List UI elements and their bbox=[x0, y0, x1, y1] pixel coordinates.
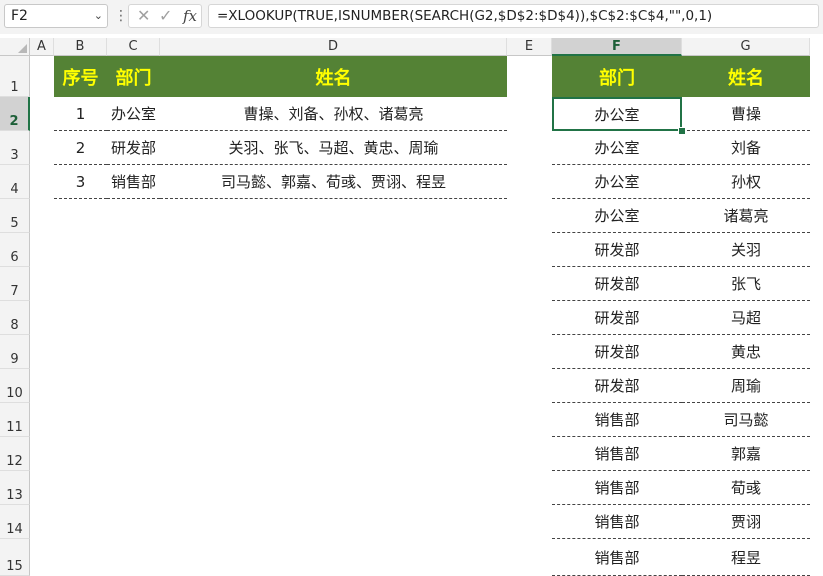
more-options-icon[interactable]: ⋮ bbox=[114, 7, 128, 25]
left-table-cell[interactable]: 研发部 bbox=[107, 131, 160, 165]
right-table-cell[interactable]: 研发部 bbox=[552, 267, 682, 301]
left-table-cell[interactable]: 3 bbox=[54, 165, 107, 199]
right-table-cell[interactable]: 销售部 bbox=[552, 437, 682, 471]
formula-input[interactable]: =XLOOKUP(TRUE,ISNUMBER(SEARCH(G2,$D$2:$D… bbox=[208, 4, 819, 28]
row-header-7[interactable]: 7 bbox=[0, 267, 30, 301]
row-number: 15 bbox=[6, 559, 23, 574]
row-header-14[interactable]: 14 bbox=[0, 505, 30, 539]
right-table-cell[interactable]: 周瑜 bbox=[682, 369, 810, 403]
chevron-down-icon[interactable]: ⌄ bbox=[94, 5, 103, 27]
right-table-cell[interactable]: 张飞 bbox=[682, 267, 810, 301]
row-header-5[interactable]: 5 bbox=[0, 199, 30, 233]
left-table-cell[interactable]: 司马懿、郭嘉、荀彧、贾诩、程昱 bbox=[160, 165, 507, 199]
right-table-cell[interactable]: 办公室 bbox=[552, 199, 682, 233]
left-table-header: 部门 bbox=[107, 56, 160, 97]
right-table-cell[interactable]: 刘备 bbox=[682, 131, 810, 165]
left-table-cell[interactable]: 1 bbox=[54, 97, 107, 131]
row-header-1[interactable]: 1 bbox=[0, 56, 30, 97]
right-table-cell[interactable]: 研发部 bbox=[552, 335, 682, 369]
right-table-cell[interactable]: 诸葛亮 bbox=[682, 199, 810, 233]
column-header-e[interactable]: E bbox=[507, 38, 552, 56]
row-number: 12 bbox=[6, 454, 23, 469]
right-table-cell[interactable]: 研发部 bbox=[552, 301, 682, 335]
row-header-8[interactable]: 8 bbox=[0, 301, 30, 335]
right-table-cell[interactable]: 销售部 bbox=[552, 471, 682, 505]
right-table-cell[interactable]: 贾诩 bbox=[682, 505, 810, 539]
right-table-cell[interactable]: 办公室 bbox=[552, 131, 682, 165]
row-number: 7 bbox=[10, 284, 19, 299]
right-table-cell[interactable]: 销售部 bbox=[552, 403, 682, 437]
right-table-cell[interactable]: 关羽 bbox=[682, 233, 810, 267]
column-header-d[interactable]: D bbox=[160, 38, 507, 56]
row-number: 6 bbox=[10, 250, 19, 265]
row-header-2[interactable]: 2 bbox=[0, 97, 30, 131]
column-header-g[interactable]: G bbox=[682, 38, 810, 56]
row-header-6[interactable]: 6 bbox=[0, 233, 30, 267]
left-table-cell[interactable]: 2 bbox=[54, 131, 107, 165]
row-number: 3 bbox=[10, 148, 19, 163]
right-table-cell[interactable]: 销售部 bbox=[552, 505, 682, 539]
right-table-header: 姓名 bbox=[682, 56, 810, 97]
row-header-3[interactable]: 3 bbox=[0, 131, 30, 165]
column-header-b[interactable]: B bbox=[54, 38, 107, 56]
row-header-13[interactable]: 13 bbox=[0, 471, 30, 505]
row-header-15[interactable]: 15 bbox=[0, 539, 30, 576]
row-header-4[interactable]: 4 bbox=[0, 165, 30, 199]
cancel-icon[interactable]: ✕ bbox=[137, 6, 150, 25]
right-table-cell[interactable]: 司马懿 bbox=[682, 403, 810, 437]
left-table-cell[interactable]: 办公室 bbox=[107, 97, 160, 131]
left-table-header: 姓名 bbox=[160, 56, 507, 97]
row-number: 2 bbox=[9, 114, 19, 129]
left-table-header: 序号 bbox=[54, 56, 107, 97]
row-header-9[interactable]: 9 bbox=[0, 335, 30, 369]
formula-buttons: ✕ ✓ fx bbox=[128, 4, 202, 28]
right-table-cell[interactable]: 办公室 bbox=[552, 165, 682, 199]
right-table-header: 部门 bbox=[552, 56, 682, 97]
row-number: 13 bbox=[6, 488, 23, 503]
row-header-11[interactable]: 11 bbox=[0, 403, 30, 437]
row-header-10[interactable]: 10 bbox=[0, 369, 30, 403]
right-table-cell[interactable]: 荀彧 bbox=[682, 471, 810, 505]
right-table-cell[interactable]: 程昱 bbox=[682, 539, 810, 576]
right-table-cell[interactable]: 孙权 bbox=[682, 165, 810, 199]
row-number: 10 bbox=[6, 386, 23, 401]
row-number: 9 bbox=[10, 352, 19, 367]
right-table-cell[interactable]: 郭嘉 bbox=[682, 437, 810, 471]
row-number: 8 bbox=[10, 318, 19, 333]
right-table-cell[interactable]: 研发部 bbox=[552, 369, 682, 403]
column-header-c[interactable]: C bbox=[107, 38, 160, 56]
right-table-cell[interactable]: 研发部 bbox=[552, 233, 682, 267]
name-box[interactable]: F2 ⌄ bbox=[4, 4, 108, 28]
row-number: 14 bbox=[6, 522, 23, 537]
left-table-cell[interactable]: 关羽、张飞、马超、黄忠、周瑜 bbox=[160, 131, 507, 165]
row-header-12[interactable]: 12 bbox=[0, 437, 30, 471]
row-number: 4 bbox=[10, 182, 19, 197]
fill-handle[interactable] bbox=[678, 127, 686, 135]
left-table-cell[interactable]: 销售部 bbox=[107, 165, 160, 199]
row-number: 1 bbox=[10, 80, 19, 95]
selected-cell[interactable]: 办公室 bbox=[552, 97, 682, 131]
formula-bar: F2 ⌄ ⋮ ✕ ✓ fx =XLOOKUP(TRUE,ISNUMBER(SEA… bbox=[0, 0, 823, 34]
left-table-cell[interactable]: 曹操、刘备、孙权、诸葛亮 bbox=[160, 97, 507, 131]
select-all-button[interactable] bbox=[0, 38, 30, 56]
right-table-cell[interactable]: 销售部 bbox=[552, 539, 682, 576]
name-box-value: F2 bbox=[11, 8, 28, 24]
column-header-a[interactable]: A bbox=[30, 38, 54, 56]
confirm-icon[interactable]: ✓ bbox=[159, 6, 172, 25]
right-table-cell[interactable]: 马超 bbox=[682, 301, 810, 335]
row-number: 5 bbox=[10, 216, 19, 231]
column-header-f[interactable]: F bbox=[552, 38, 682, 56]
right-table-cell[interactable]: 曹操 bbox=[682, 97, 810, 131]
row-number: 11 bbox=[6, 420, 23, 435]
right-table-cell[interactable]: 黄忠 bbox=[682, 335, 810, 369]
insert-function-icon[interactable]: fx bbox=[183, 7, 197, 25]
